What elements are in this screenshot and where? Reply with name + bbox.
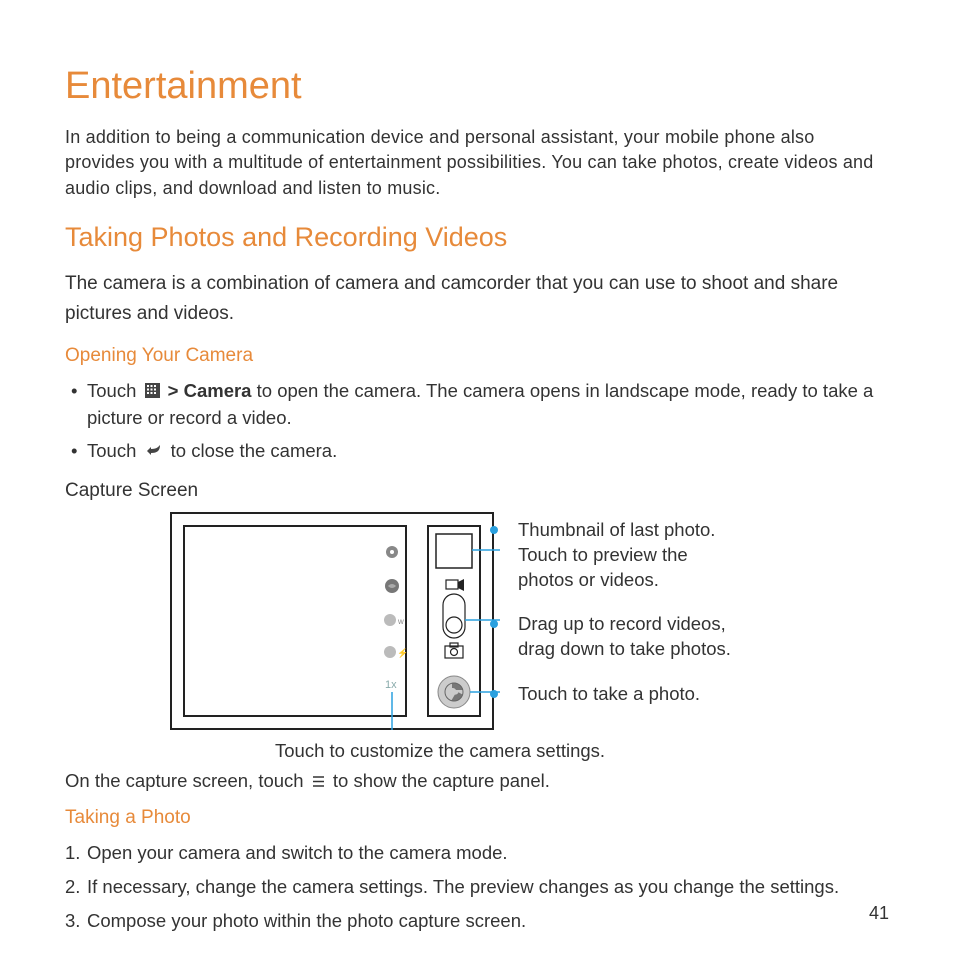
menu-lines-icon: [312, 769, 325, 795]
diagram-callouts: Thumbnail of last photo.Touch to preview…: [500, 512, 518, 730]
bullet-open-camera: Touch > Camera to open the camera. The c…: [65, 378, 889, 432]
camera-diagram: w ⚡ 1x: [170, 512, 500, 730]
subsection-taking-photo: Taking a Photo: [65, 805, 889, 832]
callout-slider: Drag up to record videos,drag down to ta…: [518, 612, 731, 662]
zoom-label-text: 1x: [385, 679, 397, 691]
svg-text:w: w: [397, 617, 404, 626]
capture-text-pre: On the capture screen, touch: [65, 770, 304, 791]
capture-panel-text: On the capture screen, touch to show the…: [65, 768, 889, 795]
step-2: 2.If necessary, change the camera settin…: [65, 874, 889, 900]
section-intro: The camera is a combination of camera an…: [65, 269, 889, 330]
bullet2-pre: Touch: [87, 440, 136, 461]
callout-shutter: Touch to take a photo.: [518, 682, 700, 707]
page-title: Entertainment: [65, 60, 889, 113]
step-1: 1.Open your camera and switch to the cam…: [65, 840, 889, 866]
page-number: 41: [869, 901, 889, 926]
step-3: 3.Compose your photo within the photo ca…: [65, 908, 889, 934]
capture-text-post: to show the capture panel.: [333, 770, 550, 791]
bullet1-bold: > Camera: [168, 380, 252, 401]
section-heading-photos: Taking Photos and Recording Videos: [65, 219, 889, 257]
capture-screen-label: Capture Screen: [65, 478, 889, 505]
callout-settings: Touch to customize the camera settings.: [275, 738, 889, 764]
bullet1-pre: Touch: [87, 380, 136, 401]
bullet-close-camera: Touch to close the camera.: [65, 438, 889, 466]
subsection-opening-camera: Opening Your Camera: [65, 343, 889, 370]
steps-list: 1.Open your camera and switch to the cam…: [65, 840, 889, 934]
bullet2-post: to close the camera.: [171, 440, 338, 461]
back-arrow-icon: [145, 439, 163, 466]
apps-grid-icon: [145, 379, 160, 406]
svg-text:⚡: ⚡: [397, 647, 408, 659]
callout-thumbnail: Thumbnail of last photo.Touch to preview…: [518, 518, 715, 593]
intro-paragraph: In addition to being a communication dev…: [65, 125, 889, 201]
